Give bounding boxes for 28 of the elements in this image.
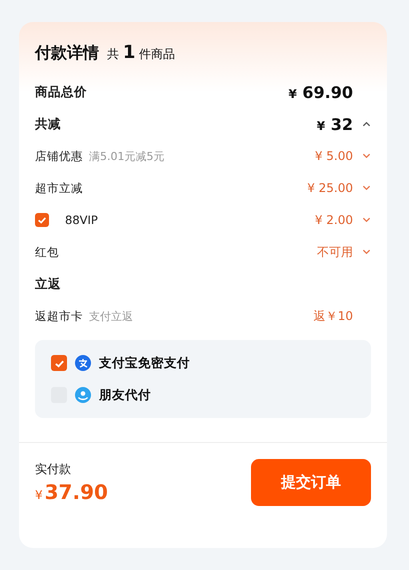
row-label: 共减: [35, 116, 61, 132]
row-value: ¥ 5.00: [314, 149, 353, 163]
row-label: 立返: [35, 276, 61, 292]
row-value: ¥ 25.00: [307, 181, 353, 195]
row-label: 88VIP: [65, 213, 98, 227]
row-note: 支付立返: [89, 308, 133, 324]
total-amount: ¥37.90: [35, 480, 108, 504]
row-value: ¥ 2.00: [314, 213, 353, 227]
row-note: 满5.01元减5元: [89, 148, 164, 164]
checkbox[interactable]: [35, 213, 49, 227]
payment-option-label[interactable]: 支付宝免密支付: [99, 354, 190, 372]
row-label: 商品总价: [35, 84, 87, 100]
item-count: 共 1 件商品: [107, 42, 176, 63]
total-label: 实付款: [35, 461, 72, 478]
checkmark-icon: [37, 215, 47, 225]
row-value: 返￥10: [314, 308, 353, 324]
row-label: 红包: [35, 244, 59, 260]
caret-icon[interactable]: [362, 121, 371, 127]
row-value: 不可用: [317, 244, 353, 260]
row-label: 超市立减: [35, 180, 83, 196]
row-label: 店铺优惠: [35, 148, 83, 164]
row-label: 返超市卡: [35, 308, 83, 324]
payment-option-label[interactable]: 朋友代付: [99, 386, 151, 404]
person-icon: [75, 387, 91, 403]
row-value: ¥ 32: [316, 114, 353, 134]
card-title: 付款详情: [35, 43, 99, 64]
checkbox[interactable]: [51, 355, 67, 371]
row-value: ¥ 69.90: [288, 82, 353, 102]
